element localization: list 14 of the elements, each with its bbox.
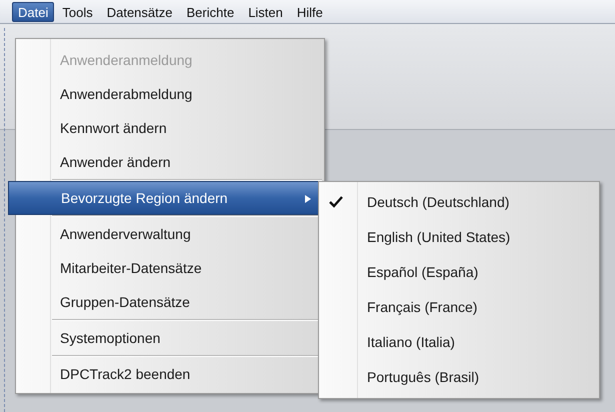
- language-item[interactable]: English (United States): [319, 220, 599, 255]
- language-item[interactable]: Español (España): [319, 255, 599, 290]
- menu-item[interactable]: Kennwort ändern: [16, 111, 324, 145]
- language-item[interactable]: Italiano (Italia): [319, 325, 599, 360]
- menu-bar-item[interactable]: Listen: [242, 2, 289, 22]
- menu-bar-item[interactable]: Tools: [56, 2, 99, 22]
- language-item[interactable]: Português (Brasil): [319, 360, 599, 395]
- menu-bar-item[interactable]: Hilfe: [290, 2, 329, 22]
- language-item[interactable]: Français (France): [319, 290, 599, 325]
- menu-item[interactable]: Anwender ändern: [16, 145, 324, 179]
- menu-bar-item[interactable]: Datei: [12, 2, 54, 22]
- menu-bar-item[interactable]: Berichte: [180, 2, 240, 22]
- menu-item[interactable]: Anwenderabmeldung: [16, 77, 324, 111]
- menu-bar-item[interactable]: Datensätze: [100, 2, 178, 22]
